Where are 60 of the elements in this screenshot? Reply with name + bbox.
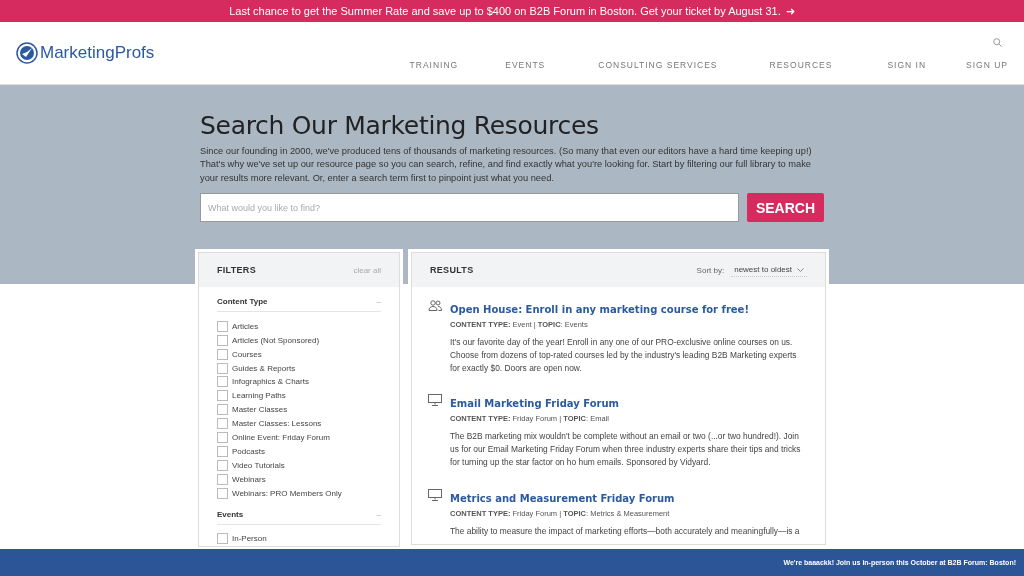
nav-link[interactable]: TRAINING xyxy=(409,60,459,70)
logo-text[interactable]: MarketingProfs xyxy=(40,43,155,63)
checkbox[interactable] xyxy=(217,348,228,360)
nav-link[interactable]: EVENTS xyxy=(505,60,546,70)
monitor-icon xyxy=(428,488,442,501)
checkbox[interactable] xyxy=(217,459,228,471)
filter-option-label: Online Event: Friday Forum xyxy=(232,432,330,442)
chevron-down-icon xyxy=(797,267,804,272)
checkbox[interactable] xyxy=(217,473,228,485)
result-description: The B2B marketing mix wouldn't be complete without an email or two (...or two hundred!). Join us for our Email Marketing Friday Forum when three industry experts share their tips and tricks for turning up the star factor on ho hum emails. Sponsored by Vidyard. xyxy=(450,430,802,470)
filter-option-label: Video Tutorials xyxy=(232,460,285,470)
nav-link[interactable]: RESOURCES xyxy=(769,60,833,70)
filter-group-title: Events xyxy=(217,510,244,519)
collapse-toggle[interactable]: – xyxy=(376,510,381,519)
checkbox[interactable] xyxy=(217,376,228,388)
result-title-link[interactable]: Open House: Enroll in any marketing course for free! xyxy=(450,304,749,316)
checkbox[interactable] xyxy=(217,404,228,416)
monitor-icon xyxy=(428,394,442,407)
filter-option-label: Courses xyxy=(232,349,262,359)
logo-icon xyxy=(16,42,38,64)
checkbox[interactable] xyxy=(217,320,228,332)
result-description: It's our favorite day of the year! Enroll in any one of our PRO-exclusive online courses on us. Choose from dozens of top-rated courses led by the industry's leading B2B Marketing experts for exactly $0. Doors are open now. xyxy=(450,336,798,376)
panel-title: FILTERS xyxy=(217,265,256,276)
result-title-link[interactable]: Metrics and Measurement Friday Forum xyxy=(450,492,675,504)
search-icon[interactable] xyxy=(993,38,1002,47)
sort-dropdown[interactable]: newest to oldest xyxy=(731,263,807,278)
result-title-link[interactable]: Email Marketing Friday Forum xyxy=(450,398,619,410)
checkbox[interactable] xyxy=(217,362,228,374)
filter-option-label: Articles xyxy=(232,321,259,331)
filter-group-title: Content Type xyxy=(217,297,268,307)
intro-paragraph: Since our founding in 2000, we've produced tens of thousands of marketing resources. (So many that even our editors have a hard time keeping up!) That's why we've set up our resource page so you can search, refine, and find exactly what you're looking for. Start by filtering our full library to make your results more relevant. Or, enter a search term first to pinpoint just what you need. xyxy=(200,145,813,185)
nav-link[interactable]: CONSULTING SERVICES xyxy=(598,60,718,70)
page-title: Search Our Marketing Resources xyxy=(200,111,600,140)
checkbox[interactable] xyxy=(217,390,228,402)
collapse-toggle[interactable]: – xyxy=(376,297,381,307)
filter-option-label: Master Classes: Lessons xyxy=(232,419,322,429)
result-description: The ability to measure the impact of marketing efforts—both accurately and meaningfully—is a xyxy=(450,524,801,538)
people-icon xyxy=(428,300,442,312)
checkbox[interactable] xyxy=(217,533,228,545)
checkbox[interactable] xyxy=(217,431,228,443)
filter-option-label: Guides & Reports xyxy=(232,363,296,373)
filter-option-label: In-Person xyxy=(232,534,267,544)
checkbox[interactable] xyxy=(217,487,228,499)
panel-title: RESULTS xyxy=(430,265,474,276)
filter-option-label: Infographics & Charts xyxy=(232,377,309,387)
search-button[interactable]: SEARCH xyxy=(747,193,824,223)
filter-option-label: Learning Paths xyxy=(232,391,286,401)
sort-label: Sort by: xyxy=(696,265,725,275)
checkbox[interactable] xyxy=(217,445,228,457)
checkbox[interactable] xyxy=(217,418,228,430)
filter-option-label: Webinars: PRO Members Only xyxy=(232,488,342,498)
filter-option-label: Webinars xyxy=(232,474,266,484)
checkbox[interactable] xyxy=(217,334,228,346)
filter-option-label: Master Classes xyxy=(232,405,288,415)
promo-banner[interactable]: Last chance to get the Summer Rate and save up to $400 on B2B Forum in Boston. Get your ticket by August 31. ➜ xyxy=(0,0,1024,22)
filter-option-label: Articles (Not Sponsored) xyxy=(232,335,320,345)
filter-option-label: Podcasts xyxy=(232,446,265,456)
search-field[interactable]: What would you like to find? xyxy=(200,193,739,223)
nav-link[interactable]: SIGN IN xyxy=(887,60,927,70)
nav-link[interactable]: SIGN UP xyxy=(966,60,1008,70)
